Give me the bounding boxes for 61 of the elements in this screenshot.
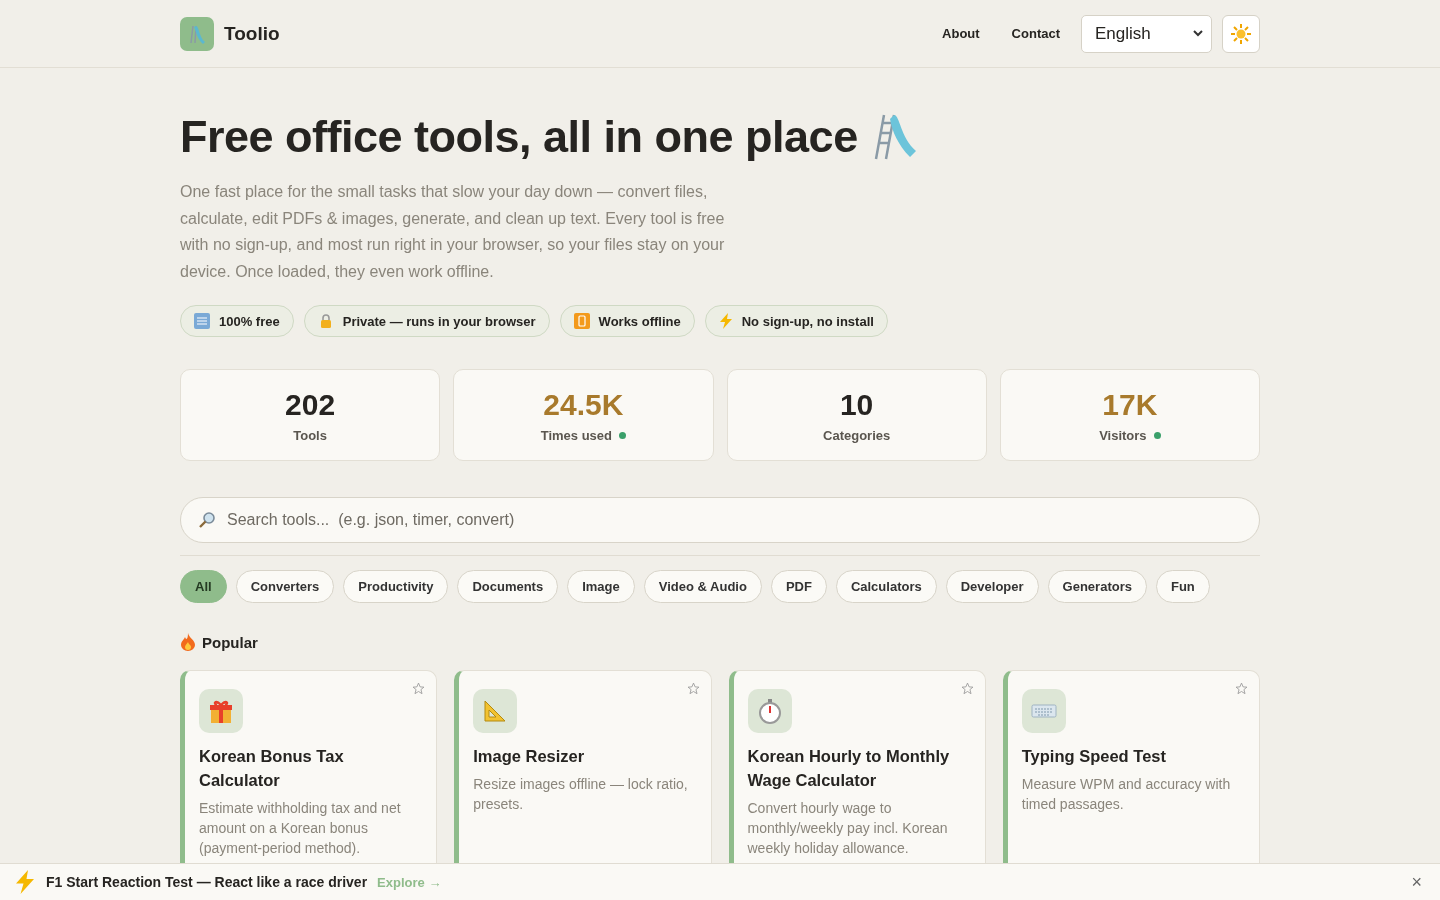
category-tab[interactable]: Image	[567, 570, 635, 604]
tool-card[interactable]: Korean Bonus Tax Calculator Estimate withholding tax and net amount on a Korean bonus (payment-period method).	[180, 670, 438, 863]
star-icon[interactable]	[686, 682, 700, 696]
star-icon[interactable]	[1235, 682, 1248, 696]
feature-badge: Works offline	[559, 305, 695, 338]
brand-name[interactable]: Toolio	[224, 22, 280, 45]
nav-link[interactable]: Contact	[1011, 26, 1060, 41]
star-icon[interactable]	[412, 682, 426, 696]
fire-icon	[180, 633, 196, 652]
tool-title: Korean Hourly to Monthly Wage Calculator	[747, 746, 951, 792]
tool-card[interactable]: Image Resizer Resize images offline — lock ratio, presets.	[454, 670, 712, 863]
free-icon	[194, 313, 210, 330]
phone-off-icon	[573, 313, 590, 330]
tool-description: Measure WPM and accuracy with timed passages.	[1021, 775, 1232, 815]
section-heading: Popular	[202, 633, 258, 651]
page-title: Free office tools, all in one place	[180, 111, 858, 163]
stat-value: 17K	[1102, 387, 1158, 422]
live-dot	[619, 431, 626, 439]
category-tab[interactable]: Converters	[235, 570, 335, 604]
category-tab[interactable]: All	[180, 570, 227, 604]
nav-link[interactable]: About	[942, 26, 980, 41]
tool-description: Resize images offline — lock ratio, presets.	[473, 775, 689, 815]
sun-icon	[1231, 23, 1251, 44]
tool-card[interactable]: Korean Hourly to Monthly Wage Calculator Convert hourly wage to monthly/weekly pay incl. Korean weekly holiday allowance.	[728, 670, 986, 863]
tool-description: Convert hourly wage to monthly/weekly pay incl. Korean weekly holiday allowance.	[747, 799, 949, 859]
category-tab[interactable]: Generators	[1047, 570, 1147, 604]
tool-description: Estimate withholding tax and net amount on a Korean bonus (payment-period method).	[199, 799, 402, 859]
stat-value: 24.5K	[543, 387, 624, 422]
tool-title: Typing Speed Test	[1021, 746, 1167, 768]
stat-label: Categories	[823, 427, 891, 443]
stat-value: 10	[839, 387, 874, 422]
category-tab[interactable]: Productivity	[343, 570, 449, 604]
theme-toggle-button[interactable]	[1222, 14, 1260, 53]
lightning-icon	[14, 870, 36, 894]
category-tab[interactable]: Developer	[945, 570, 1039, 604]
live-dot	[1153, 431, 1161, 439]
stat-value: 202	[285, 387, 336, 422]
search-field[interactable]: Search tools... (e.g. json, timer, convert)	[180, 497, 1260, 544]
category-tab[interactable]: Video & Audio	[643, 570, 762, 604]
tool-card[interactable]: Typing Speed Test Measure WPM and accuracy with timed passages.	[1002, 670, 1260, 863]
banner-text: F1 Start Reaction Test — React like a race driver	[46, 874, 368, 890]
language-select[interactable]: English	[1081, 14, 1212, 53]
tool-title: Image Resizer	[473, 746, 586, 768]
stat-label: Times used	[540, 427, 612, 443]
category-tab[interactable]: Documents	[457, 570, 559, 604]
category-tab[interactable]: PDF	[770, 570, 827, 604]
close-button[interactable]: ×	[1407, 871, 1426, 893]
star-icon[interactable]	[960, 682, 974, 696]
category-tab[interactable]: Fun	[1155, 570, 1210, 604]
caret-icon	[1193, 30, 1203, 37]
tool-title: Korean Bonus Tax Calculator	[199, 746, 345, 792]
slide-logo-icon[interactable]	[180, 16, 214, 51]
feature-badge: No sign-up, no install	[704, 305, 888, 338]
stat-label: Tools	[293, 427, 327, 443]
feature-badge: Private — runs in your browser	[303, 305, 550, 338]
category-tab[interactable]: Calculators	[835, 570, 937, 604]
lightning-icon	[718, 313, 733, 330]
intro-text: One fast place for the small tasks that slow your day down — convert files, calculate, edit PDFs & images, generate, and clean up text. Every tool is free with no sign-up, and most run right in your browser, so your files stay on your device. Once loaded, they even work offline.	[180, 182, 726, 282]
search-icon	[198, 511, 216, 530]
stat-label: Visitors	[1099, 427, 1147, 443]
feature-badge: 100% free	[180, 305, 294, 338]
